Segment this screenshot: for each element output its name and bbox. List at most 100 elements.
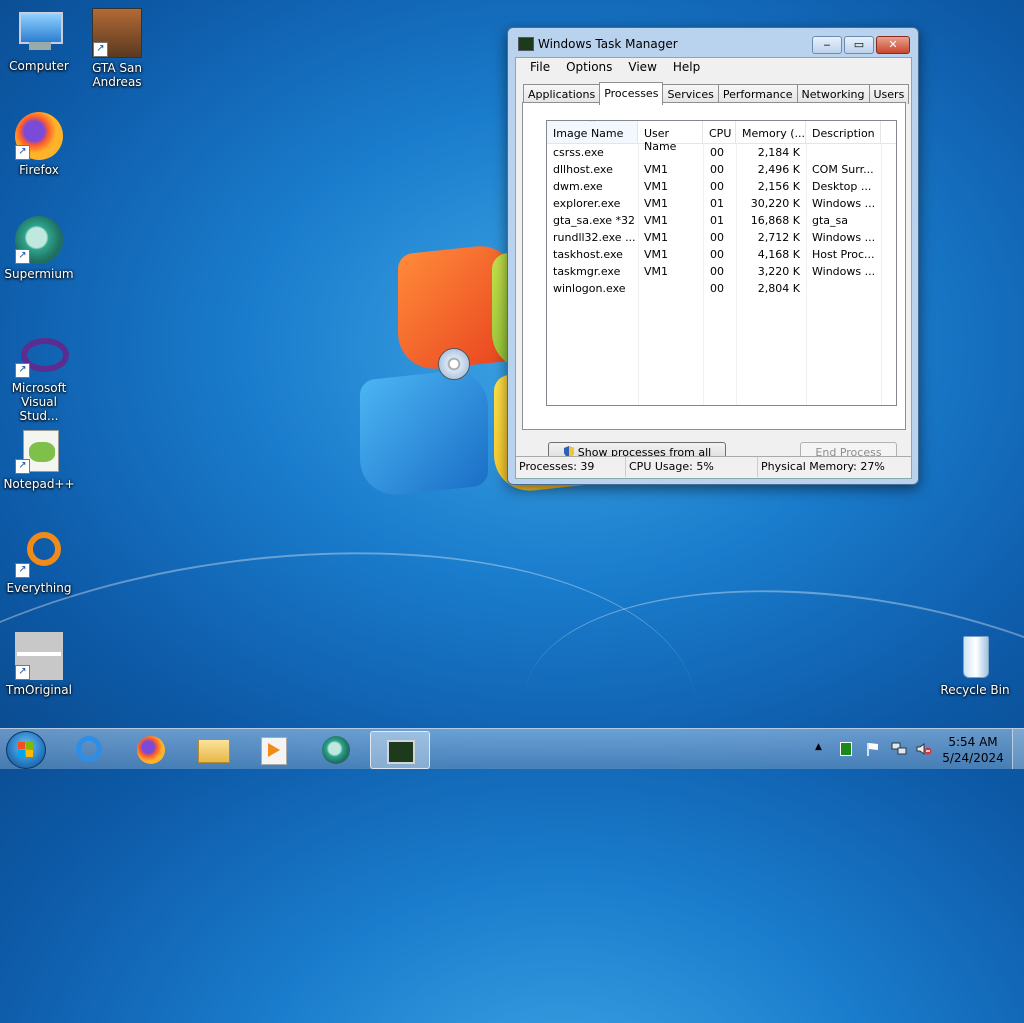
desktop-icon-computer[interactable]: Computer [1,8,77,73]
menu-view[interactable]: View [620,58,664,76]
shortcut-arrow-icon: ↗ [15,459,30,474]
menu-bar: File Options View Help [516,58,911,76]
process-memory: 2,184 K [757,146,800,159]
start-button[interactable] [6,731,46,769]
tab-performance[interactable]: Performance [717,84,798,104]
recycle-bin-icon [951,632,999,680]
taskbar-firefox[interactable] [124,731,178,767]
shortcut-arrow-icon: ↗ [15,363,30,378]
taskbar-internet-explorer[interactable] [63,731,117,767]
supermium-icon: ↗ [15,216,63,264]
tab-services[interactable]: Services [662,84,719,104]
task-manager-icon [518,37,534,51]
process-row[interactable]: explorer.exe VM1 01 30,220 K Windows ... [547,195,896,212]
process-user-name: VM1 [644,197,669,210]
process-memory: 2,712 K [757,231,800,244]
process-row[interactable]: winlogon.exe 00 2,804 K [547,280,896,297]
tab-applications[interactable]: Applications [523,84,601,104]
process-list[interactable]: Image Name User Name CPU Memory (... Des… [546,120,897,406]
tab-networking[interactable]: Networking [796,84,870,104]
process-description: Host Proc... [812,248,875,261]
tray-app-icon[interactable] [840,742,852,756]
process-user-name: VM1 [644,248,669,261]
status-bar: Processes: 39 CPU Usage: 5% Physical Mem… [516,456,911,477]
action-center-flag-icon[interactable] [866,742,880,756]
process-description [806,280,881,297]
firefox-icon [137,736,165,764]
process-row[interactable]: csrss.exe 00 2,184 K [547,144,896,161]
desktop-icon-recycle-bin[interactable]: Recycle Bin [937,632,1013,697]
desktop-icon-everything[interactable]: ↗ Everything [1,530,77,595]
process-image-name: dllhost.exe [553,163,613,176]
network-icon[interactable] [891,742,907,756]
process-memory: 30,220 K [750,197,800,210]
process-row[interactable]: gta_sa.exe *32 VM1 01 16,868 K gta_sa [547,212,896,229]
process-description: gta_sa [812,214,849,227]
taskbar-explorer[interactable] [186,731,240,767]
minimize-button[interactable]: ‒ [812,36,842,54]
title-bar[interactable]: Windows Task Manager ‒ ▭ ✕ [508,28,918,58]
maximize-button[interactable]: ▭ [844,36,874,54]
column-cpu[interactable]: CPU [703,121,736,143]
disc-cursor-icon [438,348,470,380]
visual-studio-icon: ↗ [15,330,69,378]
process-row[interactable]: taskhost.exe VM1 00 4,168 K Host Proc... [547,246,896,263]
task-manager-icon [387,740,415,764]
task-manager-window[interactable]: Windows Task Manager ‒ ▭ ✕ File Options … [507,27,919,485]
process-description: COM Surr... [812,163,874,176]
supermium-icon [322,736,350,764]
process-row[interactable]: rundll32.exe ... VM1 00 2,712 K Windows ... [547,229,896,246]
column-headers: Image Name User Name CPU Memory (... Des… [547,121,896,153]
process-cpu: 00 [710,231,724,244]
window-client: File Options View Help Applications Proc… [515,57,912,479]
menu-help[interactable]: Help [665,58,708,76]
process-memory: 16,868 K [750,214,800,227]
tab-users[interactable]: Users [868,84,910,104]
tab-processes[interactable]: Processes [599,82,664,105]
process-cpu: 00 [710,265,724,278]
column-user-name[interactable]: User Name [638,121,703,153]
process-user-name: VM1 [644,163,669,176]
explorer-icon [198,739,230,763]
tmoriginal-icon: ↗ [15,632,63,680]
process-cpu: 00 [710,180,724,193]
process-user-name: VM1 [644,180,669,193]
desktop-icon-supermium[interactable]: ↗ Supermium [1,216,77,281]
desktop-icon-notepadpp[interactable]: ↗ Notepad++ [1,426,77,491]
status-cpu: CPU Usage: 5% [626,457,758,477]
internet-explorer-icon [76,736,102,762]
process-row[interactable]: taskmgr.exe VM1 00 3,220 K Windows ... [547,263,896,280]
process-cpu: 00 [710,248,724,261]
process-image-name: taskhost.exe [553,248,623,261]
process-memory: 2,496 K [757,163,800,176]
process-cpu: 00 [710,163,724,176]
process-description: Windows ... [812,265,876,278]
column-memory[interactable]: Memory (... [736,121,806,143]
desktop-icon-gta[interactable]: ↗ GTA San Andreas [79,8,155,89]
show-desktop-button[interactable] [1012,729,1024,769]
menu-options[interactable]: Options [558,58,620,76]
everything-icon: ↗ [15,530,63,578]
taskbar: ▲ 5:54 AM 5/24/2024 [0,728,1024,769]
tray-overflow-arrow[interactable]: ▲ [815,742,829,756]
clock[interactable]: 5:54 AM 5/24/2024 [938,734,1008,766]
process-row[interactable]: dllhost.exe VM1 00 2,496 K COM Surr... [547,161,896,178]
column-description[interactable]: Description [806,121,881,143]
taskbar-supermium[interactable] [309,731,363,767]
volume-muted-icon[interactable] [916,742,932,756]
desktop-icon-visual-studio[interactable]: ↗ Microsoft Visual Stud... [1,330,77,423]
column-image-name[interactable]: Image Name [547,121,638,143]
shortcut-arrow-icon: ↗ [15,249,30,264]
menu-file[interactable]: File [522,58,558,76]
process-memory: 2,804 K [757,282,800,295]
process-cpu: 00 [710,146,724,159]
close-button[interactable]: ✕ [876,36,910,54]
process-user-name: VM1 [644,265,669,278]
desktop-icon-tmoriginal[interactable]: ↗ TmOriginal [1,632,77,697]
taskbar-media-player[interactable] [247,731,301,767]
process-row[interactable]: dwm.exe VM1 00 2,156 K Desktop ... [547,178,896,195]
shortcut-arrow-icon: ↗ [15,563,30,578]
status-memory: Physical Memory: 27% [761,460,885,473]
desktop-icon-firefox[interactable]: ↗ Firefox [1,112,77,177]
taskbar-task-manager[interactable] [370,731,430,769]
